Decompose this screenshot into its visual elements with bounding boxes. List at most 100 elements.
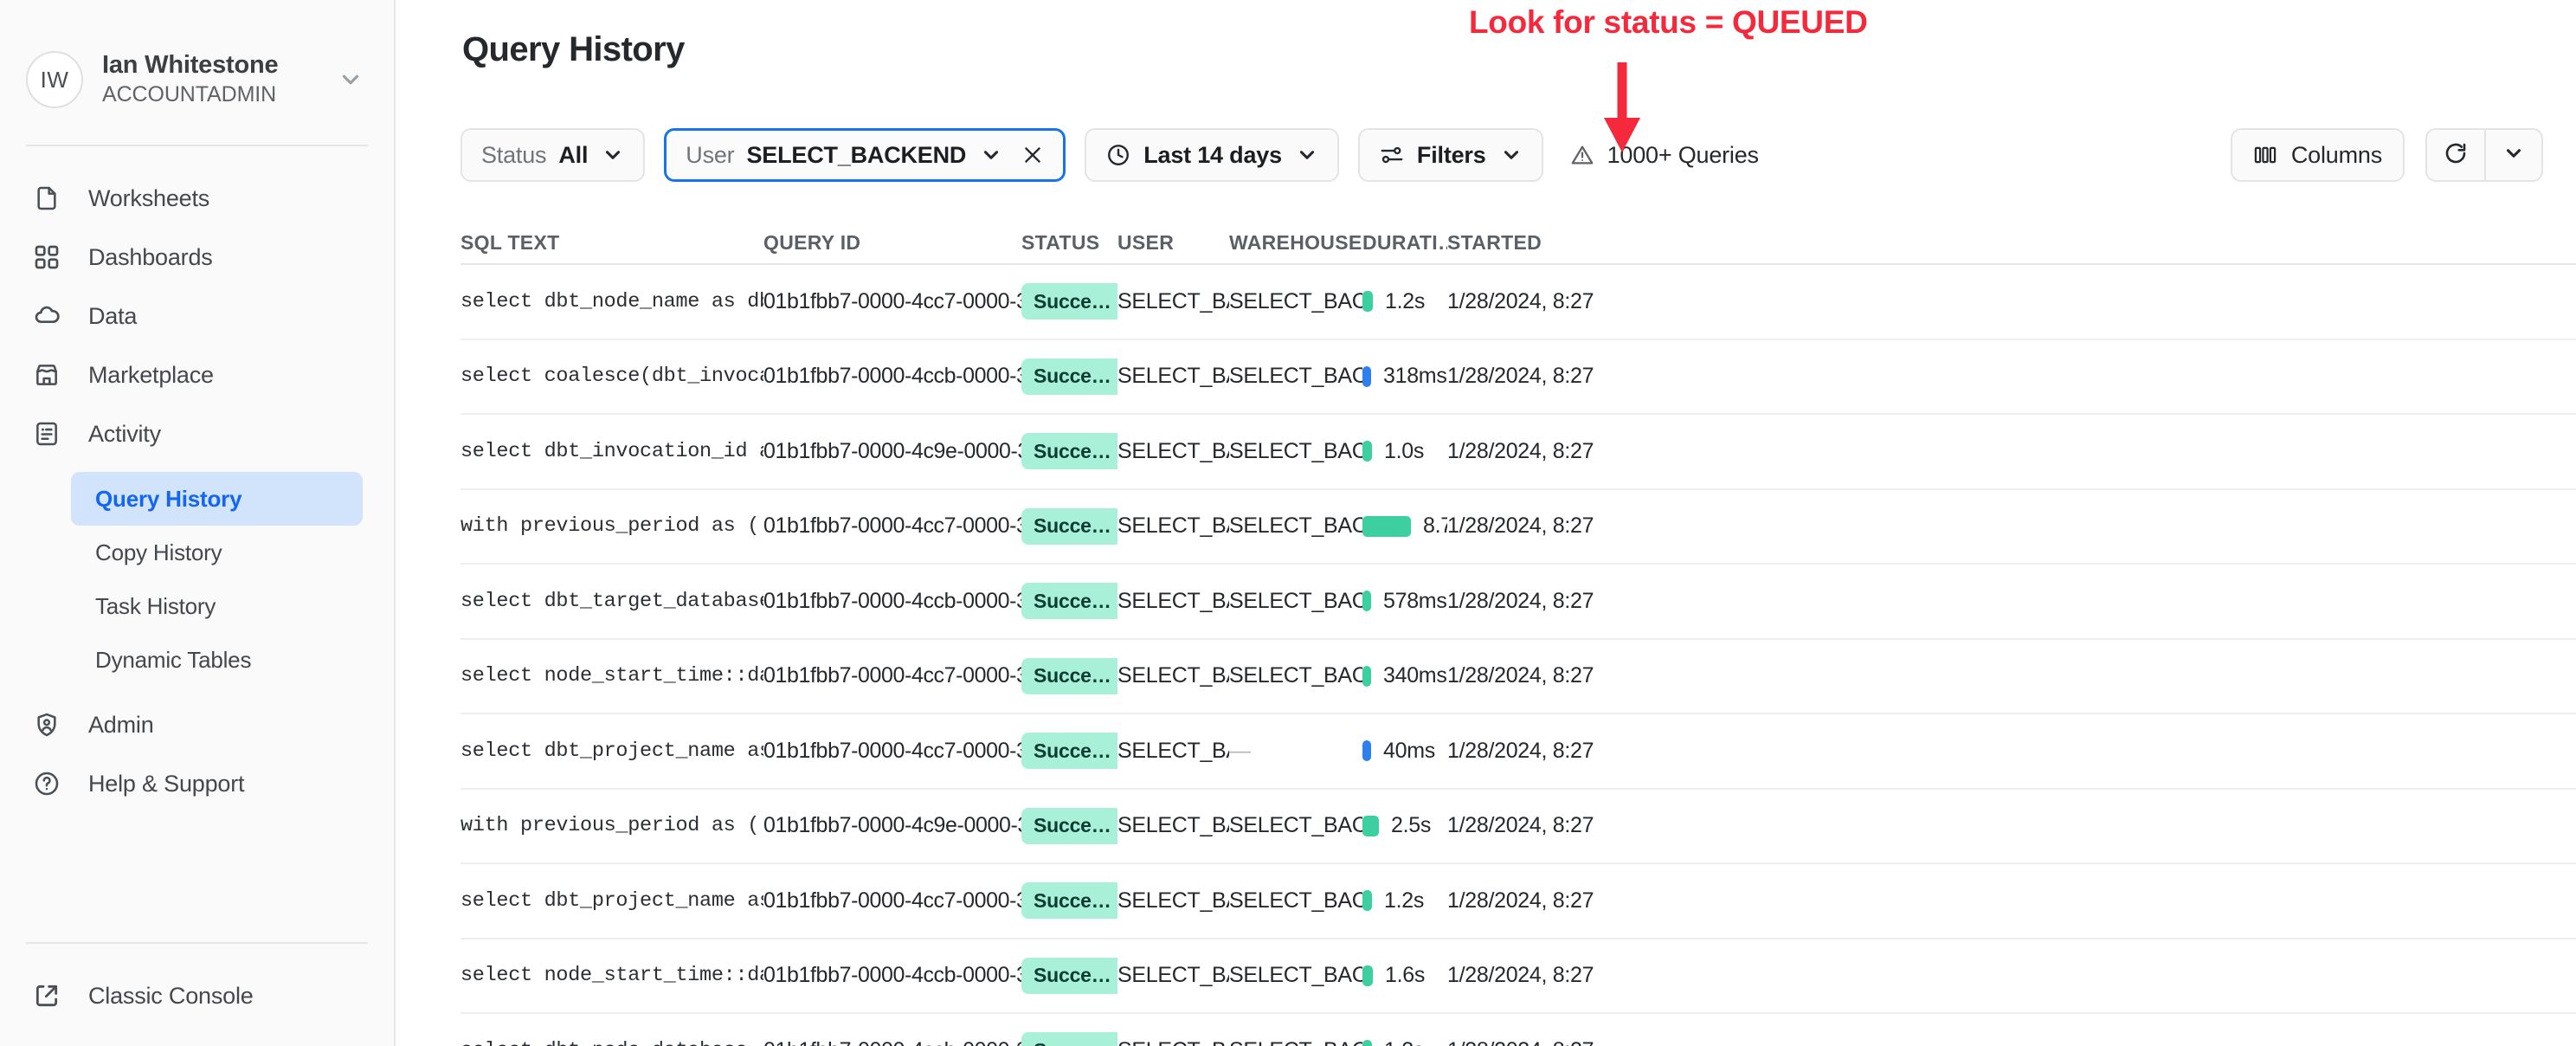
date-range-filter[interactable]: Last 14 days [1085,128,1339,182]
user-filter[interactable]: User SELECT_BACKEND [664,128,1066,182]
table-row[interactable]: select node_start_time::date as day, db…… [460,939,2576,1015]
page-title: Query History [462,30,685,69]
toolbar-right-actions: Columns [2231,128,2543,182]
table-row[interactable]: select dbt_project_name as dbt_project_…… [460,714,2576,790]
duration-value: 1.6s [1385,963,1425,988]
table-row[interactable]: select node_start_time::date as day, db…… [460,640,2576,715]
columns-button-label: Columns [2291,142,2382,169]
cell-started: 1/28/2024, 8:27 [1447,813,1620,838]
sidebar-item-data[interactable]: Data [0,287,394,345]
sidebar-item-task-history[interactable]: Task History [71,579,363,633]
refresh-button[interactable] [2427,130,2484,180]
question-circle-icon [33,770,69,797]
cell-status: Succe… [1021,433,1117,469]
duration-value: 1.2s [1385,289,1425,314]
avatar: IW [26,51,83,108]
grid-icon [33,243,69,271]
cell-warehouse: SELECT_BACKEND [1229,364,1362,389]
column-header-query-id[interactable]: QUERY ID [763,231,1021,263]
cell-query-id: 01b1fbb7-0000-4ccb-0000-3de9077271aa [763,963,1021,988]
refresh-split-button [2425,128,2543,182]
cell-status: Succe… [1021,283,1117,320]
cell-status: Succe… [1021,882,1117,919]
column-header-status[interactable]: STATUS [1021,231,1117,263]
status-badge: Succe… [1021,283,1117,320]
cell-sql-text: select dbt_project_name as dbt_project_… [460,889,763,913]
duration-value: 1.0s [1384,439,1424,464]
sidebar-item-marketplace[interactable]: Marketplace [0,345,394,404]
avatar-initials: IW [41,67,69,94]
cell-user: SELECT_BACKEND [1117,513,1229,539]
cell-query-id: 01b1fbb7-0000-4cc7-0000-3de90772626a [763,663,1021,688]
cell-warehouse: SELECT_BACKEND [1229,289,1362,314]
cell-sql-text: with previous_period as ( select dbt_pr… [460,814,763,837]
cell-warehouse: SELECT_BACKEND [1229,439,1362,464]
status-filter-label: Status [481,142,546,169]
column-header-duration[interactable]: DURATI… [1362,231,1447,263]
cell-started: 1/28/2024, 8:27 [1447,289,1620,314]
sidebar-item-admin[interactable]: Admin [0,695,394,754]
cell-status: Succe… [1021,508,1117,545]
cell-started: 1/28/2024, 8:27 [1447,739,1620,764]
duration-bar [1362,965,1373,986]
cell-status: Succe… [1021,583,1117,619]
cell-user: SELECT_BACKEND [1117,364,1229,389]
sidebar-item-query-history[interactable]: Query History [71,472,363,526]
cell-warehouse: — [1229,739,1362,764]
sidebar-item-label: Classic Console [88,983,254,1010]
table-row[interactable]: select dbt_target_database || '.' || db…… [460,565,2576,640]
duration-bar [1362,740,1371,761]
cell-user: SELECT_BACKEND [1117,739,1229,764]
query-history-table: SQL TEXT QUERY ID STATUS USER WAREHOUSE … [460,215,2576,1046]
table-row[interactable]: with previous_period as ( select worklo…… [460,490,2576,565]
sidebar-item-activity[interactable]: Activity [0,404,394,463]
duration-bar [1362,1040,1372,1046]
cell-user: SELECT_BACKEND [1117,963,1229,988]
duration-value: 8.7s [1423,513,1447,539]
cell-user: SELECT_BACKEND [1117,888,1229,914]
nav-spacer [0,687,394,695]
filters-button[interactable]: Filters [1358,128,1543,182]
cell-user: SELECT_BACKEND [1117,663,1229,688]
table-row[interactable]: select dbt_project_name as dbt_project_…… [460,864,2576,939]
status-badge: Succe… [1021,958,1117,994]
cloud-icon [33,302,69,330]
status-filter[interactable]: Status All [460,128,645,182]
sidebar-item-help-support[interactable]: Help & Support [0,754,394,813]
sidebar-item-dashboards[interactable]: Dashboards [0,228,394,287]
table-row[interactable]: with previous_period as ( select dbt_pr…… [460,790,2576,865]
date-range-value: Last 14 days [1143,142,1282,169]
table-row[interactable]: select dbt_invocation_id as dbt_invocat…… [460,415,2576,490]
table-row[interactable]: select dbt_node_database || '.' || dbt_…… [460,1014,2576,1046]
columns-button[interactable]: Columns [2231,128,2405,182]
sidebar-nav: Worksheets Dashboards Data Marketplace [0,146,394,813]
sidebar-item-classic-console[interactable]: Classic Console [0,982,394,1010]
column-header-sql-text[interactable]: SQL TEXT [460,231,763,263]
user-filter-value: SELECT_BACKEND [746,142,966,169]
column-header-warehouse[interactable]: WAREHOUSE [1229,231,1362,263]
cell-warehouse: SELECT_BACKEND [1229,813,1362,838]
column-header-user[interactable]: USER [1117,231,1229,263]
duration-bar [1362,366,1371,387]
table-row[interactable]: select coalesce(dbt_invocation_command,…… [460,340,2576,416]
chevron-down-icon[interactable] [333,67,368,93]
sidebar-item-dynamic-tables[interactable]: Dynamic Tables [71,633,363,687]
sidebar-item-label: Dashboards [88,244,213,271]
cell-warehouse: SELECT_BACKEND [1229,963,1362,988]
chevron-down-icon [602,144,624,166]
duration-bar [1362,591,1371,611]
table-row[interactable]: select dbt_node_name as dbt_node_name, …… [460,265,2576,340]
cell-warehouse: SELECT_BACKEND [1229,663,1362,688]
column-header-started[interactable]: STARTED [1447,231,1620,263]
sidebar-item-worksheets[interactable]: Worksheets [0,169,394,228]
document-icon [33,184,69,212]
sidebar-divider-bottom [26,942,368,944]
cell-started: 1/28/2024, 8:27 [1447,1038,1620,1046]
cell-sql-text: select dbt_project_name as dbt_project_… [460,739,763,763]
cell-started: 1/28/2024, 8:27 [1447,364,1620,389]
sidebar-item-copy-history[interactable]: Copy History [71,526,363,579]
refresh-dropdown-button[interactable] [2484,130,2541,180]
account-switcher[interactable]: IW Ian Whitestone ACCOUNTADMIN [0,0,394,130]
cell-started: 1/28/2024, 8:27 [1447,888,1620,914]
close-icon[interactable] [1021,144,1044,166]
